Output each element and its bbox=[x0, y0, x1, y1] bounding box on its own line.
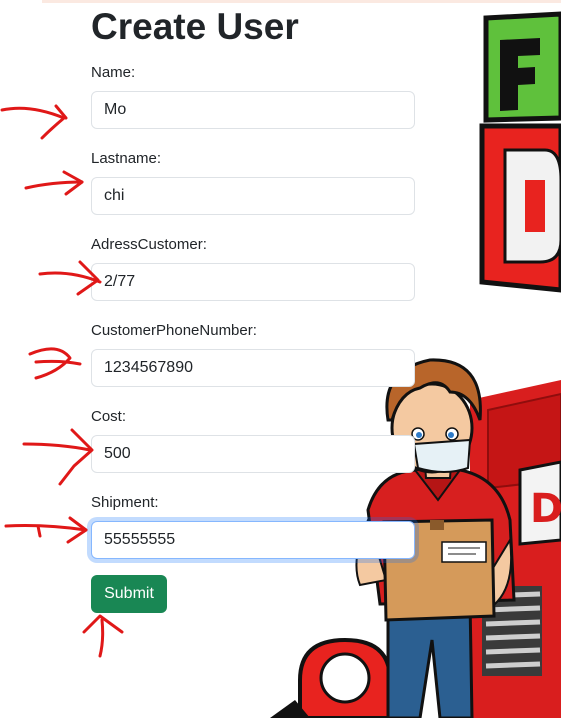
sign-letter-d-graphic bbox=[479, 123, 561, 293]
shipment-input[interactable]: 55555555 bbox=[91, 521, 415, 559]
page-title: Create User bbox=[91, 6, 299, 47]
location-pin-graphic bbox=[270, 637, 392, 718]
submit-button[interactable]: Submit bbox=[91, 575, 167, 613]
address-input[interactable]: 2/77 bbox=[91, 263, 415, 301]
cost-label: Cost: bbox=[91, 408, 127, 425]
lastname-label: Lastname: bbox=[91, 150, 162, 167]
name-label: Name: bbox=[91, 64, 136, 81]
shipment-label: Shipment: bbox=[91, 494, 159, 511]
name-input[interactable]: Mo bbox=[91, 91, 415, 129]
phone-label: CustomerPhoneNumber: bbox=[91, 322, 257, 339]
cost-input[interactable]: 500 bbox=[91, 435, 415, 473]
sign-letter-f-graphic bbox=[483, 11, 561, 123]
phone-input[interactable]: 1234567890 bbox=[91, 349, 415, 387]
lastname-input[interactable]: chi bbox=[91, 177, 415, 215]
svg-text:D: D bbox=[530, 486, 561, 532]
address-label: AdressCustomer: bbox=[91, 236, 207, 253]
